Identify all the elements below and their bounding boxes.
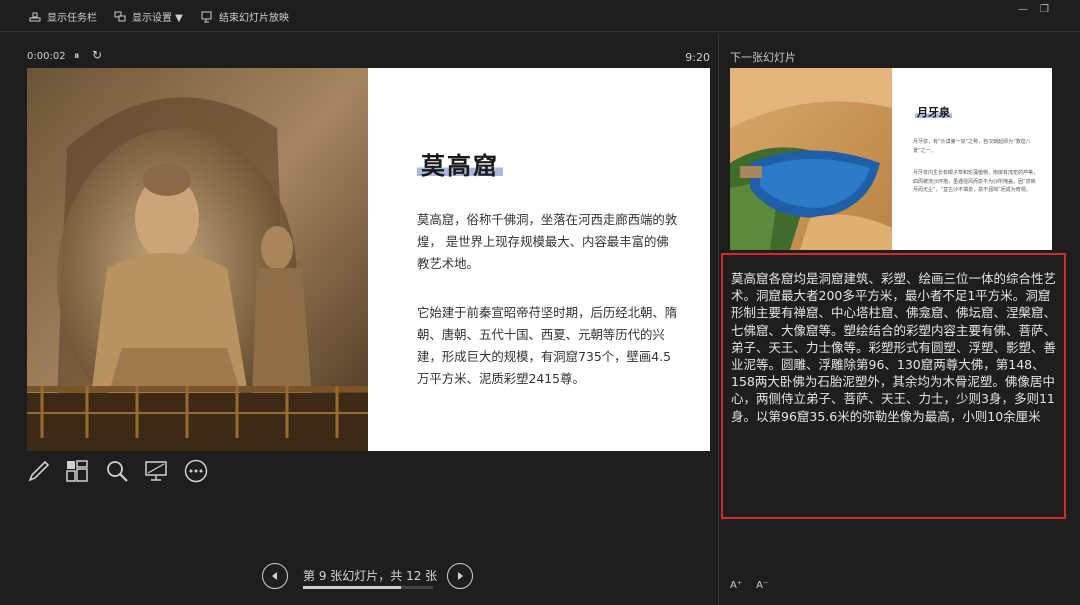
panel-divider xyxy=(718,34,719,605)
current-time: 9:20 xyxy=(685,51,710,64)
end-slideshow-label: 结束幻灯片放映 xyxy=(219,13,289,24)
show-taskbar-button[interactable]: 显示任务栏 xyxy=(29,9,97,24)
reset-timer-icon[interactable]: ↻ xyxy=(92,48,102,62)
previous-slide-button[interactable] xyxy=(262,563,288,589)
restore-button[interactable]: ❐ xyxy=(1040,4,1049,15)
show-taskbar-label: 显示任务栏 xyxy=(47,13,97,24)
next-slide-label: 下一张幻灯片 xyxy=(730,51,796,64)
elapsed-timer: 0:00:02 xyxy=(27,51,66,62)
display-settings-label: 显示设置 ▼ xyxy=(132,13,183,24)
toolbar-divider xyxy=(0,31,1080,32)
next-slide-thumbnail[interactable]: 月牙泉 月牙泉，有“沙漠第一泉”之称，自汉朝起即为“敦煌八景”之一。 月牙泉内生… xyxy=(730,68,1052,250)
pause-icon[interactable]: ⏸ xyxy=(74,49,80,63)
cave-buddha-photo xyxy=(27,68,368,451)
minimize-button[interactable]: — xyxy=(1018,4,1028,15)
display-settings-button[interactable]: 显示设置 ▼ xyxy=(114,9,183,24)
next-slide-title: 月牙泉 xyxy=(915,104,952,120)
slide-progress-fill xyxy=(303,586,401,589)
zoom-button[interactable] xyxy=(104,458,130,484)
see-all-slides-button[interactable] xyxy=(64,458,90,484)
prev-arrow-icon xyxy=(272,572,277,580)
slide-paragraph-2: 它始建于前秦宣昭帝苻坚时期，后历经北朝、隋朝、唐朝、五代十国、西夏、元朝等历代的… xyxy=(417,305,678,386)
end-show-icon xyxy=(201,11,212,22)
screen-icon xyxy=(145,461,167,481)
pen-tool-button[interactable] xyxy=(26,458,52,484)
presenter-toolbar: 显示任务栏 显示设置 ▼ 结束幻灯片放映 — ❐ xyxy=(0,0,1080,34)
display-settings-icon xyxy=(114,11,126,21)
next-slide-paragraph-1: 月牙泉，有“沙漠第一泉”之称，自汉朝起即为“敦煌八景”之一。 xyxy=(913,139,1031,154)
next-slide-paragraph-2: 月牙泉内生长有眼子草和轮藻植物，南岸有茂密的芦苇，四周被流沙环抱，虽遇强风而泉不… xyxy=(913,170,1039,194)
current-slide[interactable]: 莫高窟 莫高窟，俗称千佛洞，坐落在河西走廊西端的敦煌， 是世界上现存规模最大、内… xyxy=(27,68,710,451)
next-slide-button[interactable] xyxy=(447,563,473,589)
font-size-controls: A⁺ A⁻ xyxy=(730,580,768,591)
increase-font-button[interactable]: A⁺ xyxy=(730,580,742,591)
zoom-icon xyxy=(107,461,128,482)
end-slideshow-button[interactable]: 结束幻灯片放映 xyxy=(201,9,289,24)
taskbar-icon xyxy=(29,12,41,21)
more-options-button[interactable] xyxy=(183,458,209,484)
slide-paragraph-1: 莫高窟，俗称千佛洞，坐落在河西走廊西端的敦煌， 是世界上现存规模最大、内容最丰富… xyxy=(417,212,678,271)
next-arrow-icon xyxy=(458,572,463,580)
pen-icon xyxy=(28,460,50,482)
speaker-notes[interactable]: 莫高窟各窟均是洞窟建筑、彩塑、绘画三位一体的综合性艺术。洞窟最大者200多平方米… xyxy=(721,253,1066,519)
crescent-spring-photo xyxy=(730,68,892,250)
decrease-font-button[interactable]: A⁻ xyxy=(756,580,768,591)
slide-counter: 第 9 张幻灯片，共 12 张 xyxy=(303,569,438,583)
slide-title: 莫高窟 xyxy=(417,146,503,181)
all-slides-icon xyxy=(66,460,88,482)
more-options-icon xyxy=(184,459,208,483)
slide-progress-bar xyxy=(303,586,433,589)
black-screen-button[interactable] xyxy=(143,458,169,484)
